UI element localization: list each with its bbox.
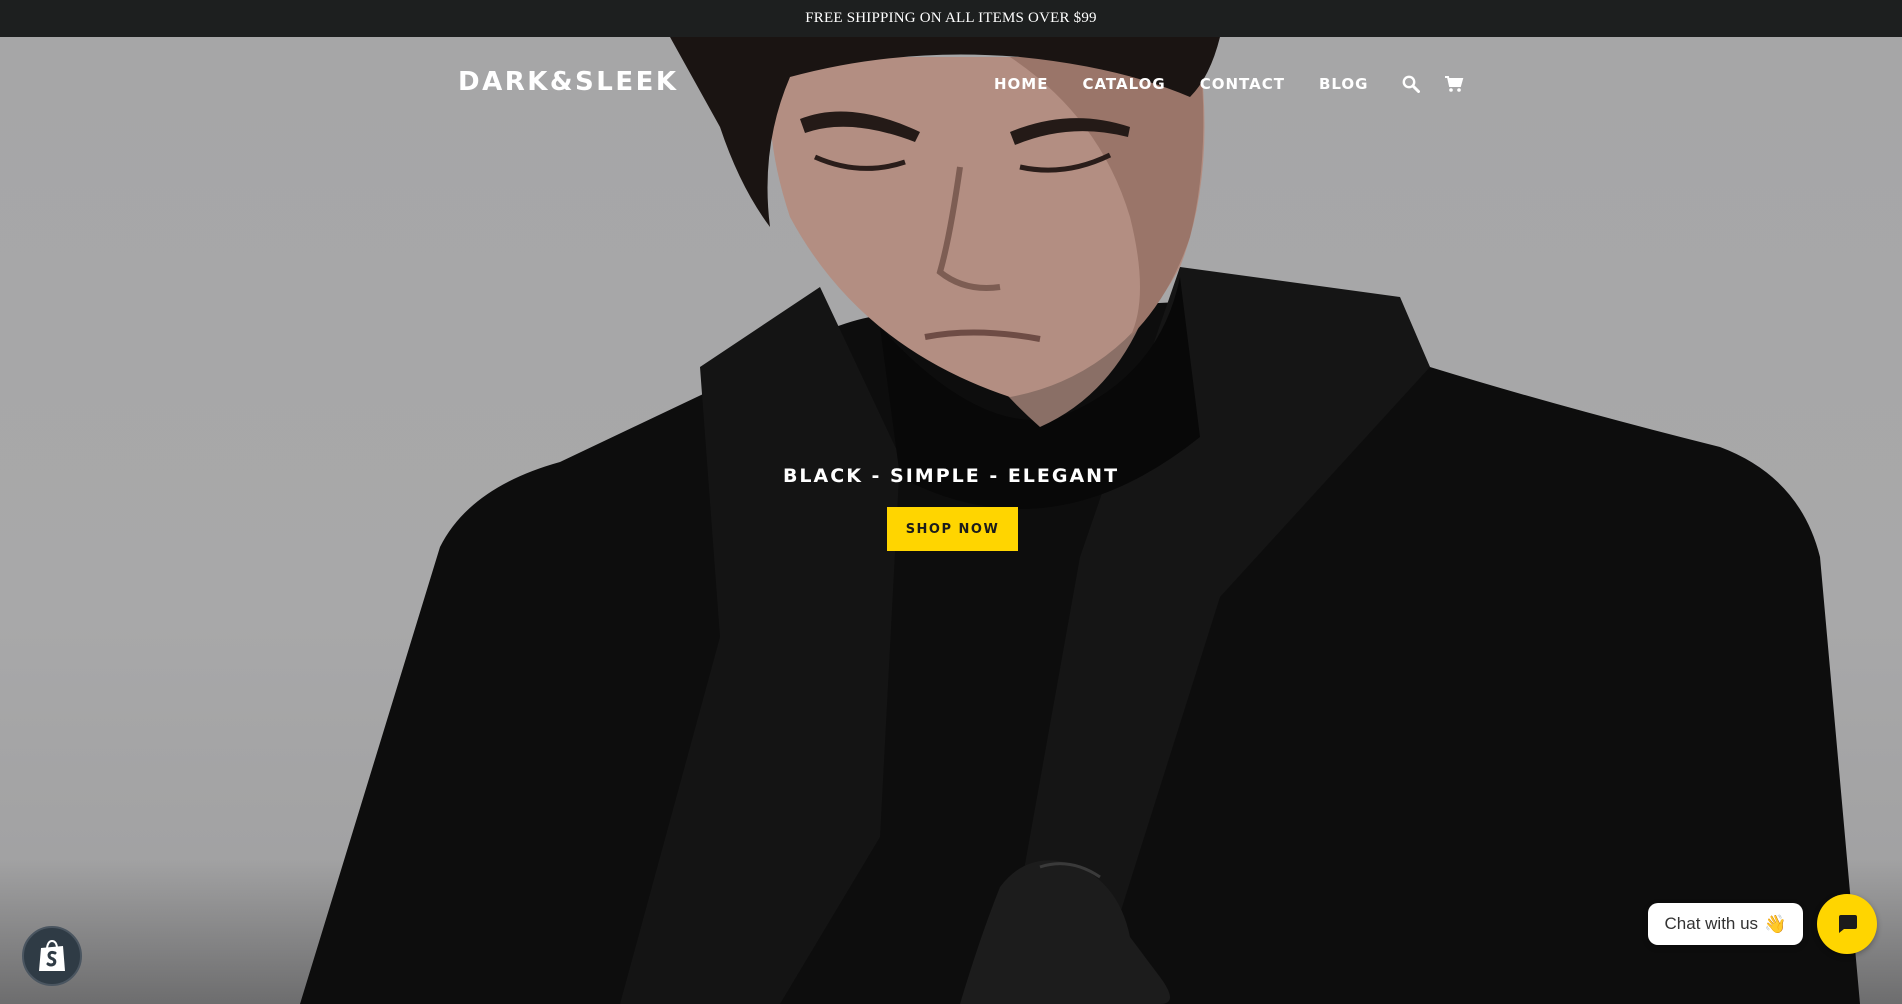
announcement-bar: FREE SHIPPING ON ALL ITEMS OVER $99 (0, 0, 1902, 37)
site-logo[interactable]: DARK&SLEEK (458, 67, 679, 97)
nav-item-home[interactable]: HOME (994, 75, 1048, 93)
announcement-text: FREE SHIPPING ON ALL ITEMS OVER $99 (805, 10, 1097, 26)
search-icon[interactable] (1402, 75, 1421, 93)
nav-item-contact[interactable]: CONTACT (1200, 75, 1285, 93)
chat-bubble-label: Chat with us (1664, 914, 1759, 933)
cart-icon[interactable] (1444, 75, 1464, 93)
chat-bubble[interactable]: Chat with us 👋 (1648, 903, 1803, 945)
shopify-bag-icon (39, 939, 65, 971)
nav-item-catalog[interactable]: CATALOG (1082, 75, 1165, 93)
shop-now-button[interactable]: SHOP NOW (887, 507, 1018, 551)
chat-launcher-button[interactable] (1817, 894, 1877, 954)
chat-icon (1839, 915, 1857, 933)
wave-icon: 👋 (1764, 913, 1787, 934)
main-nav: HOME CATALOG CONTACT BLOG (994, 75, 1488, 93)
shopify-badge[interactable] (22, 926, 82, 986)
nav-item-blog[interactable]: BLOG (1319, 75, 1369, 93)
site-header: DARK&SLEEK HOME CATALOG CONTACT BLOG (0, 37, 1902, 127)
hero-tagline: BLACK - SIMPLE - ELEGANT (782, 465, 1120, 487)
